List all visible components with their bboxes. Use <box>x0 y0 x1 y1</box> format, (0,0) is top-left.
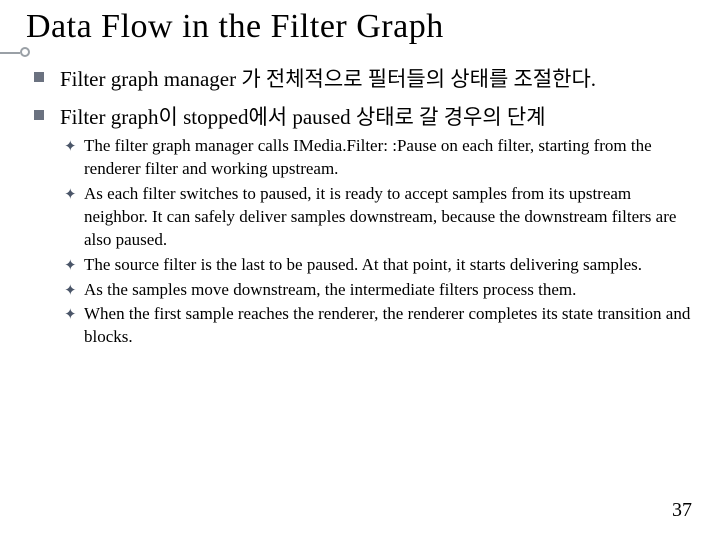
slide: Data Flow in the Filter Graph Filter gra… <box>0 0 720 540</box>
star-bullet-icon: ✦ <box>64 256 77 276</box>
star-bullet-icon: ✦ <box>64 137 77 157</box>
star-bullet-icon: ✦ <box>64 305 77 325</box>
bullet-text: Filter graph manager 가 전체적으로 필터들의 상태를 조절… <box>60 67 596 91</box>
sub-bullet-text: When the first sample reaches the render… <box>84 304 690 346</box>
bullet-level2: ✦ The source filter is the last to be pa… <box>84 254 694 277</box>
square-bullet-icon <box>34 110 44 120</box>
star-bullet-icon: ✦ <box>64 185 77 205</box>
sub-bullet-text: The source filter is the last to be paus… <box>84 255 642 274</box>
square-bullet-icon <box>34 72 44 82</box>
title-wrap: Data Flow in the Filter Graph <box>26 8 694 46</box>
content-area: Filter graph manager 가 전체적으로 필터들의 상태를 조절… <box>26 64 694 349</box>
bullet-level1: Filter graph manager 가 전체적으로 필터들의 상태를 조절… <box>60 64 694 94</box>
sub-bullet-text: As each filter switches to paused, it is… <box>84 184 676 249</box>
sub-bullets: ✦ The filter graph manager calls IMedia.… <box>60 135 694 349</box>
bullet-text: Filter graph이 stopped에서 paused 상태로 갈 경우의… <box>60 105 546 129</box>
page-number: 37 <box>672 499 692 522</box>
sub-bullet-text: As the samples move downstream, the inte… <box>84 280 576 299</box>
bullet-level2: ✦ As each filter switches to paused, it … <box>84 183 694 252</box>
sub-bullet-text: The filter graph manager calls IMedia.Fi… <box>84 136 652 178</box>
title-decoration-circle <box>20 47 30 57</box>
title-decoration-line <box>0 52 20 54</box>
star-bullet-icon: ✦ <box>64 281 77 301</box>
bullet-level2: ✦ When the first sample reaches the rend… <box>84 303 694 349</box>
bullet-level1: Filter graph이 stopped에서 paused 상태로 갈 경우의… <box>60 102 694 349</box>
bullet-level2: ✦ As the samples move downstream, the in… <box>84 279 694 302</box>
bullet-level2: ✦ The filter graph manager calls IMedia.… <box>84 135 694 181</box>
slide-title: Data Flow in the Filter Graph <box>26 8 694 46</box>
